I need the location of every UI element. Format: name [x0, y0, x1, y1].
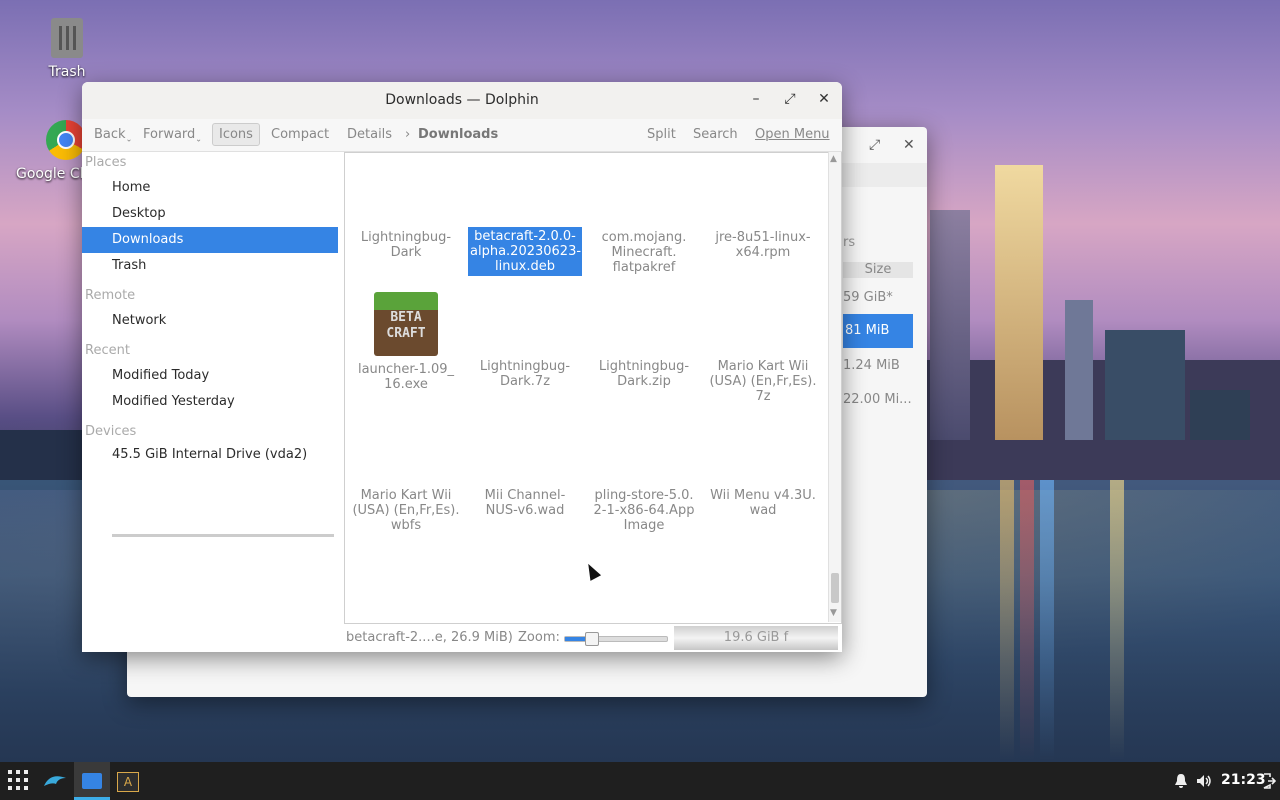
breadcrumb-location[interactable]: Downloads [418, 127, 498, 142]
sidebar-item-desktop[interactable]: Desktop [82, 201, 338, 227]
toolbar: Back⌄ Forward⌄ Icons Compact Details › D… [82, 119, 842, 152]
recent-header: Recent [85, 343, 130, 358]
bg-column-partial: rs [843, 235, 856, 250]
file-item[interactable]: Mario Kart Wii (USA) (En,Fr,Es). wbfs [349, 488, 463, 533]
selection-info: betacraft-2....e, 26.9 MiB) [346, 630, 513, 645]
search-button[interactable]: Search [693, 127, 738, 142]
notification-bell-icon[interactable] [1174, 773, 1188, 793]
scroll-down-arrow-icon[interactable]: ▼ [830, 608, 837, 618]
zoom-slider[interactable] [564, 632, 668, 646]
maximize-button[interactable]: ⤢ [781, 91, 799, 109]
desktop-icon-label: Trash [48, 64, 86, 80]
open-menu-button[interactable]: Open Menu [755, 127, 830, 142]
volume-icon[interactable] [1196, 773, 1212, 793]
icons-view-button[interactable]: Icons [212, 123, 260, 146]
logout-icon[interactable] [1262, 773, 1277, 793]
betacraft-thumbnail-icon: BETA CRAFT [374, 292, 438, 356]
size-cell-selected: 81 MiB [843, 314, 913, 348]
sidebar-item-modified-yesterday[interactable]: Modified Yesterday [82, 389, 338, 415]
size-cell: 1.24 MiB [843, 358, 900, 373]
close-icon[interactable]: ✕ [903, 137, 915, 153]
sidebar-item-home[interactable]: Home [82, 175, 338, 201]
back-button[interactable]: Back⌄ [94, 127, 132, 144]
dolphin-app-icon[interactable] [42, 770, 68, 797]
places-header: Places [85, 155, 127, 170]
file-view[interactable]: Lightningbug- Dark betacraft-2.0.0- alpha.… [344, 152, 842, 624]
file-item[interactable]: Lightningbug- Dark.zip [587, 359, 701, 389]
chrome-icon [46, 120, 86, 160]
status-bar: betacraft-2....e, 26.9 MiB) Zoom: 19.6 G… [344, 626, 840, 650]
scroll-up-arrow-icon[interactable]: ▲ [830, 154, 837, 164]
scrollbar-thumb[interactable] [831, 573, 839, 603]
sidebar-item-downloads[interactable]: Downloads [82, 227, 338, 253]
file-item[interactable]: Mii Channel- NUS-v6.wad [468, 488, 582, 518]
file-item[interactable]: jre-8u51-linux-x64.rpm [706, 230, 820, 260]
sidebar-item-trash[interactable]: Trash [82, 253, 338, 279]
clock[interactable]: 21:23 [1221, 772, 1266, 788]
file-item[interactable]: com.mojang. Minecraft. flatpakref [587, 230, 701, 275]
title-bar[interactable]: Downloads — Dolphin – ⤢ ✕ [82, 82, 842, 120]
split-button[interactable]: Split [647, 127, 676, 142]
free-space-indicator: 19.6 GiB f [674, 626, 838, 650]
file-item[interactable]: Wii Menu v4.3U. wad [706, 488, 820, 518]
taskbar-file-manager-active[interactable] [74, 762, 110, 800]
file-item[interactable]: Lightningbug- Dark [349, 230, 463, 260]
forward-button[interactable]: Forward⌄ [143, 127, 202, 144]
zoom-slider-handle[interactable] [584, 632, 599, 646]
file-item[interactable]: BETA CRAFT launcher-1.09_ 16.exe [349, 292, 463, 392]
maximize-icon[interactable]: ⤢ [869, 137, 880, 153]
vertical-scrollbar[interactable]: ▲ ▼ [828, 152, 841, 622]
taskbar: A 21:23 [0, 762, 1280, 800]
file-item[interactable]: pling-store-5.0. 2-1-x86-64.App Image [587, 488, 701, 533]
app-launcher-grid-icon[interactable] [8, 770, 28, 795]
size-cell: 59 GiB* [843, 290, 893, 305]
compact-view-button[interactable]: Compact [271, 127, 329, 142]
file-item-selected[interactable]: betacraft-2.0.0- alpha.20230623- linux.deb [468, 227, 582, 276]
close-button[interactable]: ✕ [815, 91, 833, 109]
trash-icon [51, 18, 83, 58]
file-item[interactable]: Lightningbug- Dark.7z [468, 359, 582, 389]
remote-header: Remote [85, 288, 136, 303]
drive-capacity-bar [112, 534, 334, 537]
devices-header: Devices [85, 424, 137, 439]
minimize-button[interactable]: – [747, 91, 765, 109]
zoom-label: Zoom: [518, 630, 560, 645]
dolphin-window[interactable]: Downloads — Dolphin – ⤢ ✕ Back⌄ Forward⌄… [82, 82, 842, 652]
file-item[interactable]: Mario Kart Wii (USA) (En,Fr,Es). 7z [706, 359, 820, 404]
sidebar-item-internal-drive[interactable]: 45.5 GiB Internal Drive (vda2) [82, 442, 338, 468]
details-view-button[interactable]: Details [347, 127, 392, 142]
size-cell: 22.00 Mi... [843, 392, 912, 407]
window-title: Downloads — Dolphin [385, 92, 539, 108]
sidebar-item-network[interactable]: Network [82, 308, 338, 334]
window-icon [82, 773, 102, 789]
size-column-header[interactable]: Size [843, 262, 913, 278]
breadcrumb-separator: › [405, 127, 411, 142]
desktop-trash[interactable]: Trash [27, 14, 107, 80]
terminal-app-icon[interactable]: A [117, 772, 139, 792]
places-panel: Places Home Desktop Downloads Trash Remo… [82, 152, 340, 650]
sidebar-item-modified-today[interactable]: Modified Today [82, 363, 338, 389]
